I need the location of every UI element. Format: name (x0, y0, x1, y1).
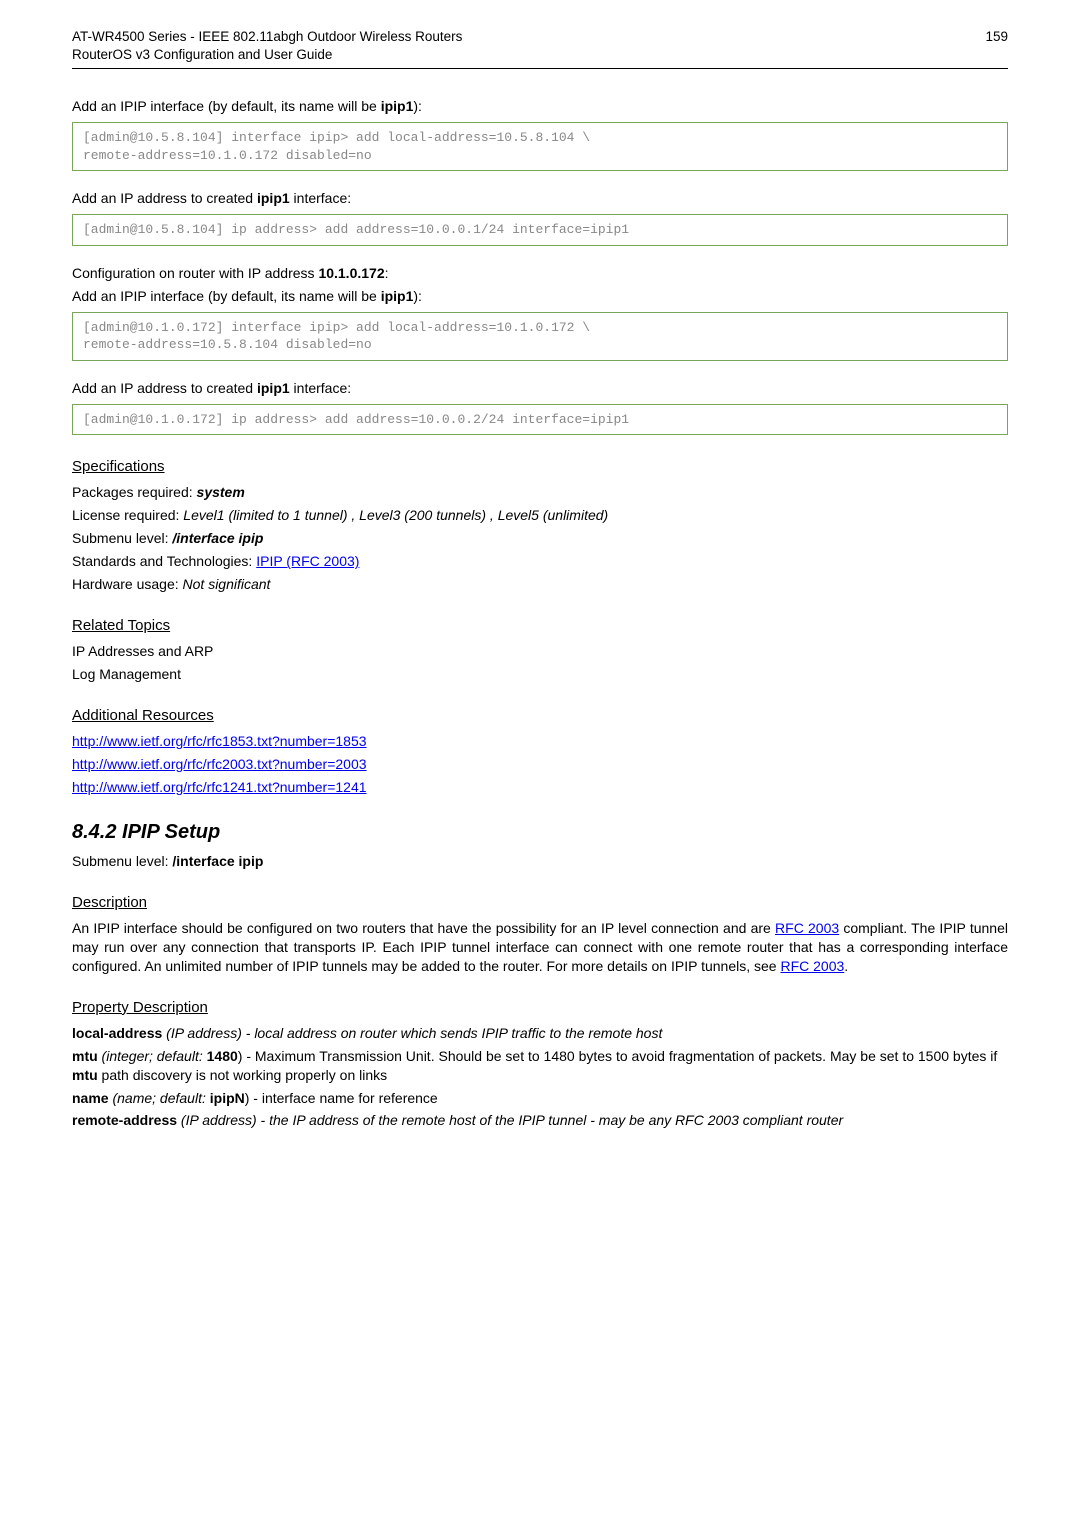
description-body: An IPIP interface should be configured o… (72, 919, 1008, 976)
ipip-setup-heading: 8.4.2 IPIP Setup (72, 819, 1008, 846)
prop-la-rest: (IP address) - local address on router w… (162, 1025, 662, 1041)
spec-hw-label: Hardware usage: (72, 576, 183, 592)
intro-4-bold: ipip1 (257, 380, 290, 396)
prop-mtu-bold2: mtu (72, 1067, 98, 1083)
setup-submenu: Submenu level: /interface ipip (72, 852, 1008, 871)
header-line2: RouterOS v3 Configuration and User Guide (72, 47, 332, 62)
intro-3-bold: ipip1 (381, 288, 414, 304)
intro-1-text: Add an IPIP interface (by default, its n… (72, 98, 381, 114)
prop-name-default: ipipN (210, 1090, 245, 1106)
spec-std-label: Standards and Technologies: (72, 553, 256, 569)
resource-link-2[interactable]: http://www.ietf.org/rfc/rfc2003.txt?numb… (72, 756, 367, 772)
related-topics-heading: Related Topics (72, 616, 1008, 636)
code-block-2: [admin@10.5.8.104] ip address> add addre… (72, 214, 1008, 246)
intro-2-bold: ipip1 (257, 190, 290, 206)
conf-suffix: : (385, 265, 389, 281)
prop-mtu: mtu (integer; default: 1480) - Maximum T… (72, 1047, 1008, 1085)
intro-1: Add an IPIP interface (by default, its n… (72, 97, 1008, 116)
prop-mtu-end: path discovery is not working properly o… (98, 1067, 387, 1083)
prop-mtu-mid2: ) - Maximum Transmission Unit. Should be… (238, 1048, 998, 1064)
intro-4: Add an IP address to created ipip1 inter… (72, 379, 1008, 398)
conf-bold: 10.1.0.172 (318, 265, 384, 281)
prop-la-bold: local-address (72, 1025, 162, 1041)
desc-link1[interactable]: RFC 2003 (775, 920, 839, 936)
prop-name-mid1: (name; default: (109, 1090, 210, 1106)
header-rule (72, 68, 1008, 69)
related-line1: IP Addresses and ARP (72, 642, 1008, 661)
code-block-3: [admin@10.1.0.172] interface ipip> add l… (72, 312, 1008, 361)
prop-ra-bold: remote-address (72, 1112, 177, 1128)
prop-remote-address: remote-address (IP address) - the IP add… (72, 1111, 1008, 1130)
spec-submenu: Submenu level: /interface ipip (72, 529, 1008, 548)
setup-sub-value: /interface ipip (172, 853, 263, 869)
desc-t3: . (844, 958, 848, 974)
prop-name: name (name; default: ipipN) - interface … (72, 1089, 1008, 1108)
code-block-1: [admin@10.5.8.104] interface ipip> add l… (72, 122, 1008, 171)
property-description-heading: Property Description (72, 998, 1008, 1018)
spec-sub-value: /interface ipip (172, 530, 263, 546)
header-title: AT-WR4500 Series - IEEE 802.11abgh Outdo… (72, 28, 462, 64)
page-header: AT-WR4500 Series - IEEE 802.11abgh Outdo… (72, 0, 1008, 64)
header-line1: AT-WR4500 Series - IEEE 802.11abgh Outdo… (72, 29, 462, 44)
spec-std-link[interactable]: IPIP (RFC 2003) (256, 553, 359, 569)
intro-1-suffix: ): (413, 98, 422, 114)
spec-hw-value: Not significant (183, 576, 271, 592)
spec-pkg-label: Packages required: (72, 484, 197, 500)
spec-lic-value: Level1 (limited to 1 tunnel) , Level3 (2… (183, 507, 608, 523)
resource-link-3[interactable]: http://www.ietf.org/rfc/rfc1241.txt?numb… (72, 779, 367, 795)
spec-sub-label: Submenu level: (72, 530, 172, 546)
setup-sub-label: Submenu level: (72, 853, 172, 869)
spec-standards: Standards and Technologies: IPIP (RFC 20… (72, 552, 1008, 571)
intro-2-suffix: interface: (290, 190, 351, 206)
prop-name-end: ) - interface name for reference (245, 1090, 438, 1106)
intro-4-suffix: interface: (290, 380, 351, 396)
description-heading: Description (72, 893, 1008, 913)
intro-1-bold: ipip1 (381, 98, 414, 114)
spec-lic-label: License required: (72, 507, 183, 523)
prop-ra-rest: (IP address) - the IP address of the rem… (177, 1112, 843, 1128)
conf-line: Configuration on router with IP address … (72, 264, 1008, 283)
prop-mtu-bold: mtu (72, 1048, 98, 1064)
prop-mtu-default: 1480 (207, 1048, 238, 1064)
conf-prefix: Configuration on router with IP address (72, 265, 318, 281)
intro-4-text: Add an IP address to created (72, 380, 257, 396)
intro-3: Add an IPIP interface (by default, its n… (72, 287, 1008, 306)
specifications-heading: Specifications (72, 457, 1008, 477)
intro-3-suffix: ): (413, 288, 422, 304)
spec-packages: Packages required: system (72, 483, 1008, 502)
intro-2-text: Add an IP address to created (72, 190, 257, 206)
resource-link-1[interactable]: http://www.ietf.org/rfc/rfc1853.txt?numb… (72, 733, 367, 749)
prop-mtu-mid1: (integer; default: (98, 1048, 207, 1064)
spec-license: License required: Level1 (limited to 1 t… (72, 506, 1008, 525)
spec-hardware: Hardware usage: Not significant (72, 575, 1008, 594)
page-number: 159 (985, 28, 1008, 64)
related-line2: Log Management (72, 665, 1008, 684)
additional-resources-heading: Additional Resources (72, 706, 1008, 726)
code-block-4: [admin@10.1.0.172] ip address> add addre… (72, 404, 1008, 436)
spec-pkg-value: system (197, 484, 245, 500)
desc-link2[interactable]: RFC 2003 (780, 958, 844, 974)
prop-name-bold: name (72, 1090, 109, 1106)
intro-3-text: Add an IPIP interface (by default, its n… (72, 288, 381, 304)
prop-local-address: local-address (IP address) - local addre… (72, 1024, 1008, 1043)
intro-2: Add an IP address to created ipip1 inter… (72, 189, 1008, 208)
desc-t1: An IPIP interface should be configured o… (72, 920, 775, 936)
